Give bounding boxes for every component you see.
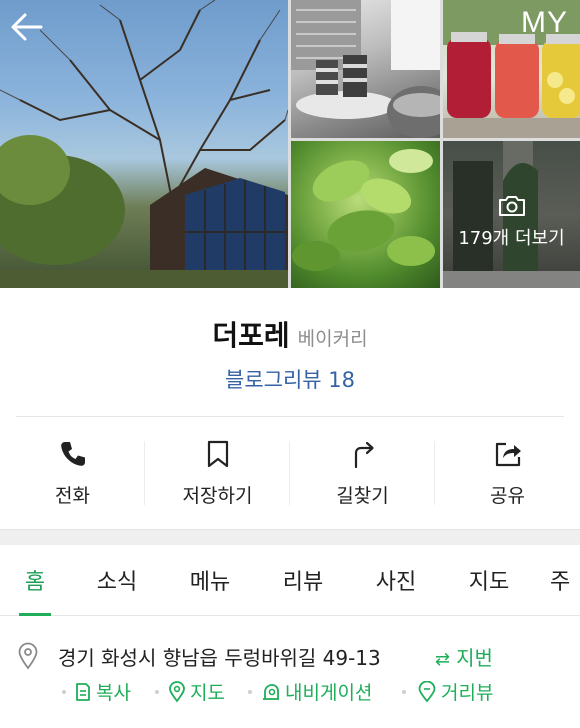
- save-label: 저장하기: [182, 485, 253, 507]
- directions-button[interactable]: 길찾기: [290, 417, 435, 529]
- my-page-link[interactable]: MY: [521, 6, 568, 40]
- street-view-button[interactable]: 거리뷰: [417, 678, 493, 705]
- map-button[interactable]: 지도: [168, 678, 225, 705]
- place-category: 베이커리: [297, 328, 368, 350]
- directions-label: 길찾기: [336, 485, 389, 507]
- separator-dot: [155, 690, 159, 694]
- tab-menu[interactable]: 메뉴: [172, 545, 248, 615]
- share-button[interactable]: 공유: [435, 417, 580, 529]
- navigation-button[interactable]: 내비게이션: [261, 678, 372, 705]
- separator-dot: [62, 690, 66, 694]
- call-label: 전화: [55, 485, 90, 507]
- tab-home[interactable]: 홈: [0, 545, 70, 615]
- directions-icon: [354, 441, 374, 469]
- active-tab-indicator: [19, 613, 51, 616]
- jibun-toggle-button[interactable]: ⇄ 지번: [435, 642, 493, 671]
- address-row: 경기 화성시 향남읍 두렁바위길 49-13 ⇄ 지번: [0, 636, 580, 670]
- photo-mint-leaves[interactable]: [291, 141, 440, 288]
- navigation-icon: [263, 683, 279, 700]
- tab-bar: 홈 소식 메뉴 리뷰 사진 지도 주: [0, 545, 580, 616]
- place-name-row: 더포레 베이커리: [0, 314, 580, 354]
- share-label: 공유: [490, 485, 525, 507]
- phone-icon: [60, 442, 85, 466]
- tab-more-partial[interactable]: 주: [550, 545, 580, 615]
- street-view-label: 거리뷰: [441, 682, 494, 704]
- bookmark-icon: [207, 440, 228, 468]
- swap-arrows-icon: ⇄: [435, 649, 451, 670]
- address-actions: 복사 지도 내비게이션 거리뷰: [0, 676, 580, 710]
- location-pin-icon: [18, 642, 38, 670]
- more-photos-label: 179개 더보기: [458, 227, 565, 249]
- navigation-label: 내비게이션: [285, 682, 373, 704]
- place-name: 더포레: [212, 319, 290, 352]
- section-gap: [0, 529, 580, 545]
- camera-icon: [498, 195, 525, 216]
- copy-address-button[interactable]: 복사: [74, 678, 131, 705]
- photo-cake[interactable]: [291, 0, 440, 138]
- separator-dot: [402, 690, 406, 694]
- map-label: 지도: [190, 682, 225, 704]
- street-view-icon: [418, 680, 436, 702]
- separator-dot: [248, 690, 252, 694]
- road-address: 경기 화성시 향남읍 두렁바위길 49-13: [58, 646, 381, 670]
- photo-building-tree[interactable]: [0, 0, 288, 288]
- jibun-label: 지번: [456, 646, 493, 670]
- place-header: 더포레 베이커리 블로그리뷰 18: [0, 288, 580, 416]
- call-button[interactable]: 전화: [0, 417, 145, 529]
- map-pin-icon: [169, 680, 185, 703]
- tab-news[interactable]: 소식: [79, 545, 155, 615]
- tab-map[interactable]: 지도: [451, 545, 527, 615]
- tab-reviews[interactable]: 리뷰: [265, 545, 341, 615]
- more-photos-button[interactable]: 179개 더보기: [443, 141, 580, 288]
- copy-label: 복사: [96, 682, 131, 704]
- action-bar: 전화 저장하기 길찾기 공유: [0, 417, 580, 529]
- back-arrow-icon[interactable]: [10, 12, 44, 42]
- tab-photos[interactable]: 사진: [358, 545, 434, 615]
- photo-gallery: MY 179개 더보기: [0, 0, 580, 288]
- blog-review-link[interactable]: 블로그리뷰 18: [0, 364, 580, 394]
- copy-icon: [76, 682, 90, 701]
- share-icon: [495, 442, 521, 467]
- save-button[interactable]: 저장하기: [145, 417, 290, 529]
